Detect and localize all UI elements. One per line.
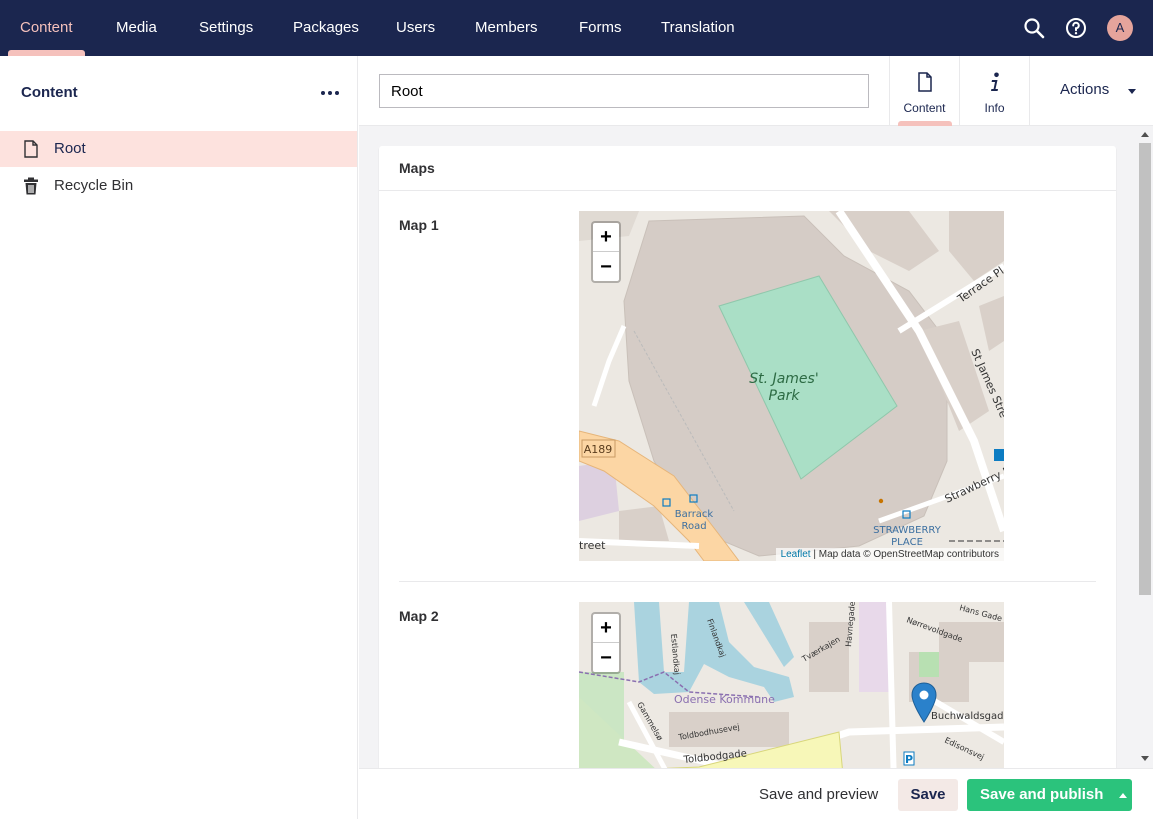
scrollbar-thumb[interactable] (1139, 143, 1151, 595)
tree-item-root[interactable]: Root (0, 131, 357, 167)
tab-info-label: Info (984, 101, 1005, 115)
top-navigation: Content Media Settings Packages Users Me… (0, 0, 1153, 56)
nav-members[interactable]: Members (475, 0, 538, 56)
zoom-in-button[interactable]: + (593, 223, 619, 252)
map-2[interactable]: Odense Kommune Buchwaldsgade Toldbodgade… (579, 602, 1004, 768)
property-divider (399, 581, 1096, 582)
map-label-barrack: Barrack (675, 509, 714, 520)
leaflet-link[interactable]: Leaflet (781, 549, 811, 560)
content-scrollbar[interactable] (1137, 126, 1153, 768)
map-label-road: Road (681, 521, 706, 532)
map-label-place: PLACE (891, 537, 923, 548)
map-label-street: treet (579, 539, 606, 552)
chevron-up-icon (1119, 793, 1127, 798)
nav-media[interactable]: Media (116, 0, 157, 56)
tab-content-label: Content (903, 101, 946, 115)
map-label-park: Park (769, 388, 801, 404)
search-icon[interactable] (1022, 16, 1046, 40)
zoom-out-button[interactable]: − (593, 253, 619, 282)
user-avatar[interactable]: A (1107, 15, 1133, 41)
map-2-tiles: Odense Kommune Buchwaldsgade Toldbodgade… (579, 602, 1004, 768)
map-2-zoom-control: + − (591, 612, 621, 674)
map-attribution: Leaflet | Map data © OpenStreetMap contr… (775, 548, 1004, 561)
map2-label-buchwaldsgade: Buchwaldsgade (931, 711, 1004, 722)
editor-content-area: Maps Map 1 St. James' Park A189 Barrack … (359, 126, 1153, 768)
map-label-st-james: St. James' (749, 371, 818, 387)
map-marker-icon[interactable] (911, 682, 937, 724)
map-1-zoom-control: + − (591, 221, 621, 283)
content-tree-sidebar: Content Root Recycle Bin (0, 56, 358, 819)
zoom-out-button[interactable]: − (593, 644, 619, 673)
property-label-map-1: Map 1 (399, 217, 439, 233)
nav-content[interactable]: Content (20, 0, 73, 56)
attribution-text: | Map data © OpenStreetMap contributors (810, 549, 999, 560)
svg-text:P: P (905, 753, 913, 766)
tab-content[interactable]: Content (889, 56, 959, 126)
map-1-tiles: St. James' Park A189 Barrack Road STRAWB… (579, 211, 1004, 561)
map-1[interactable]: St. James' Park A189 Barrack Road STRAWB… (579, 211, 1004, 561)
chevron-down-icon (1128, 89, 1136, 94)
document-icon (24, 140, 38, 158)
tree-item-label: Root (54, 140, 86, 157)
save-and-publish-button[interactable]: Save and publish (967, 779, 1115, 811)
scroll-down-icon[interactable] (1141, 756, 1149, 761)
trash-icon (24, 177, 38, 195)
publish-options-button[interactable] (1115, 779, 1132, 811)
nav-translation[interactable]: Translation (661, 0, 735, 56)
tab-info[interactable]: Info (959, 56, 1029, 126)
actions-dropdown[interactable]: Actions (1029, 56, 1153, 126)
document-icon (918, 72, 932, 92)
sidebar-more-options-icon[interactable] (318, 82, 342, 102)
info-icon (991, 72, 999, 91)
map-label-a189: A189 (584, 443, 613, 456)
save-and-preview-button[interactable]: Save and preview (759, 779, 878, 811)
maps-panel: Maps Map 1 St. James' Park A189 Barrack … (379, 146, 1116, 768)
zoom-in-button[interactable]: + (593, 614, 619, 643)
help-icon[interactable] (1064, 16, 1088, 40)
scroll-up-icon[interactable] (1141, 132, 1149, 137)
panel-header: Maps (379, 146, 1116, 191)
sidebar-title: Content (21, 84, 78, 101)
editor-footer: Save and preview Save Save and publish (359, 768, 1153, 819)
panel-title: Maps (399, 160, 435, 176)
node-name-input[interactable] (379, 74, 869, 108)
actions-label: Actions (1060, 81, 1110, 98)
nav-packages[interactable]: Packages (293, 0, 359, 56)
nav-forms[interactable]: Forms (579, 0, 622, 56)
save-button[interactable]: Save (898, 779, 958, 811)
property-label-map-2: Map 2 (399, 608, 439, 624)
map-label-strawberry: STRAWBERRY (873, 525, 942, 536)
nav-settings[interactable]: Settings (199, 0, 253, 56)
tree-item-recycle-bin[interactable]: Recycle Bin (0, 168, 357, 204)
editor-header: Content Info Actions (359, 56, 1153, 126)
tree-item-label: Recycle Bin (54, 177, 134, 194)
nav-users[interactable]: Users (396, 0, 435, 56)
map2-label-odense: Odense Kommune (674, 693, 775, 706)
